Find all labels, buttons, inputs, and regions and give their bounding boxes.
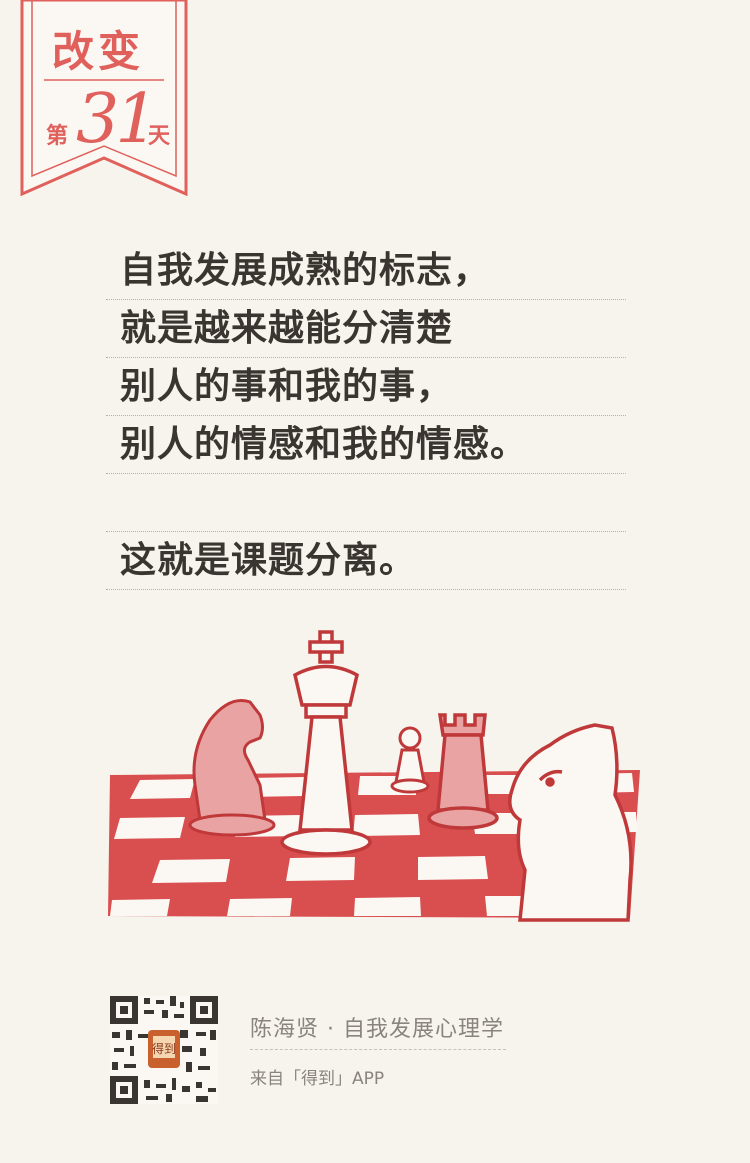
quote-conclusion: 这就是课题分离。 xyxy=(106,532,626,590)
quote-block: 自我发展成熟的标志， 就是越来越能分清楚 别人的事和我的事， 别人的情感和我的情… xyxy=(106,242,626,590)
badge-suffix: 天 xyxy=(148,124,171,149)
quote-line: 别人的事和我的事， xyxy=(106,358,626,416)
day-badge: 改变 第 31 天 xyxy=(20,0,188,197)
quote-spacer xyxy=(106,474,626,532)
quote-line: 自我发展成熟的标志， xyxy=(106,242,626,300)
quote-line: 别人的情感和我的情感。 xyxy=(106,416,626,474)
badge-prefix: 第 xyxy=(46,124,69,149)
poster: 改变 第 31 天 自我发展成熟的标志， 就是越来越能分清楚 别人的事和我的事，… xyxy=(0,0,750,1163)
author-line: 陈海贤 · 自我发展心理学 xyxy=(250,1017,504,1042)
badge-title: 改变 xyxy=(52,27,145,76)
svg-text:得到: 得到 xyxy=(152,1041,176,1056)
qr-code-icon: 得到 xyxy=(110,996,218,1104)
source-line: 来自「得到」APP xyxy=(250,1069,385,1089)
badge-day-number: 31 xyxy=(76,80,159,159)
chess-pieces-icon xyxy=(108,630,640,922)
footer-divider xyxy=(250,1049,506,1050)
quote-line: 就是越来越能分清楚 xyxy=(106,300,626,358)
